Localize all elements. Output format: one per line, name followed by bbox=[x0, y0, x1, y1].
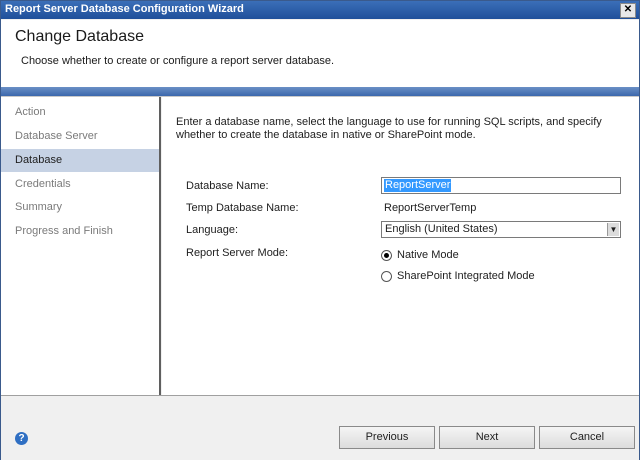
sidebar-item-database[interactable]: Database bbox=[1, 149, 159, 172]
sidebar-item-credentials[interactable]: Credentials bbox=[1, 173, 159, 196]
cancel-button[interactable]: Cancel bbox=[539, 426, 635, 449]
page-header: Change Database Choose whether to create… bbox=[1, 20, 639, 97]
sidebar-item-action[interactable]: Action bbox=[1, 101, 159, 124]
radio-native-mode-button[interactable] bbox=[381, 250, 392, 261]
temp-database-name-value: ReportServerTemp bbox=[384, 202, 477, 214]
title-bar[interactable]: Report Server Database Configuration Wiz… bbox=[1, 1, 639, 19]
sidebar-item-summary[interactable]: Summary bbox=[1, 196, 159, 219]
radio-sharepoint-mode-label: SharePoint Integrated Mode bbox=[397, 270, 535, 282]
report-server-mode-label: Report Server Mode: bbox=[186, 247, 289, 259]
wizard-steps-sidebar: Action Database Server Database Credenti… bbox=[1, 97, 161, 395]
chevron-down-icon[interactable]: ▼ bbox=[607, 223, 619, 236]
footer-bar: ? Previous Next Cancel bbox=[1, 395, 639, 460]
wizard-window: Report Server Database Configuration Wiz… bbox=[0, 0, 640, 460]
sidebar-item-progress-and-finish[interactable]: Progress and Finish bbox=[1, 220, 159, 243]
page-subtitle: Choose whether to create or configure a … bbox=[21, 55, 335, 67]
help-icon[interactable]: ? bbox=[15, 432, 28, 445]
page-title: Change Database bbox=[15, 28, 144, 45]
previous-button[interactable]: Previous bbox=[339, 426, 435, 449]
database-name-label: Database Name: bbox=[186, 180, 269, 192]
radio-native-mode-label: Native Mode bbox=[397, 249, 459, 261]
database-name-input[interactable]: ReportServer bbox=[381, 177, 621, 194]
next-button[interactable]: Next bbox=[439, 426, 535, 449]
radio-sharepoint-mode-button[interactable] bbox=[381, 271, 392, 282]
language-label: Language: bbox=[186, 224, 238, 236]
header-band bbox=[1, 87, 639, 96]
intro-text: Enter a database name, select the langua… bbox=[176, 116, 602, 141]
content-panel: Enter a database name, select the langua… bbox=[162, 97, 639, 395]
language-dropdown[interactable]: English (United States) ▼ bbox=[381, 221, 621, 238]
close-icon[interactable]: ✕ bbox=[620, 3, 636, 18]
temp-database-name-label: Temp Database Name: bbox=[186, 202, 299, 214]
language-selected-value: English (United States) bbox=[385, 223, 498, 235]
database-name-value: ReportServer bbox=[384, 179, 452, 192]
sidebar-item-database-server[interactable]: Database Server bbox=[1, 125, 159, 148]
window-title: Report Server Database Configuration Wiz… bbox=[5, 3, 244, 15]
